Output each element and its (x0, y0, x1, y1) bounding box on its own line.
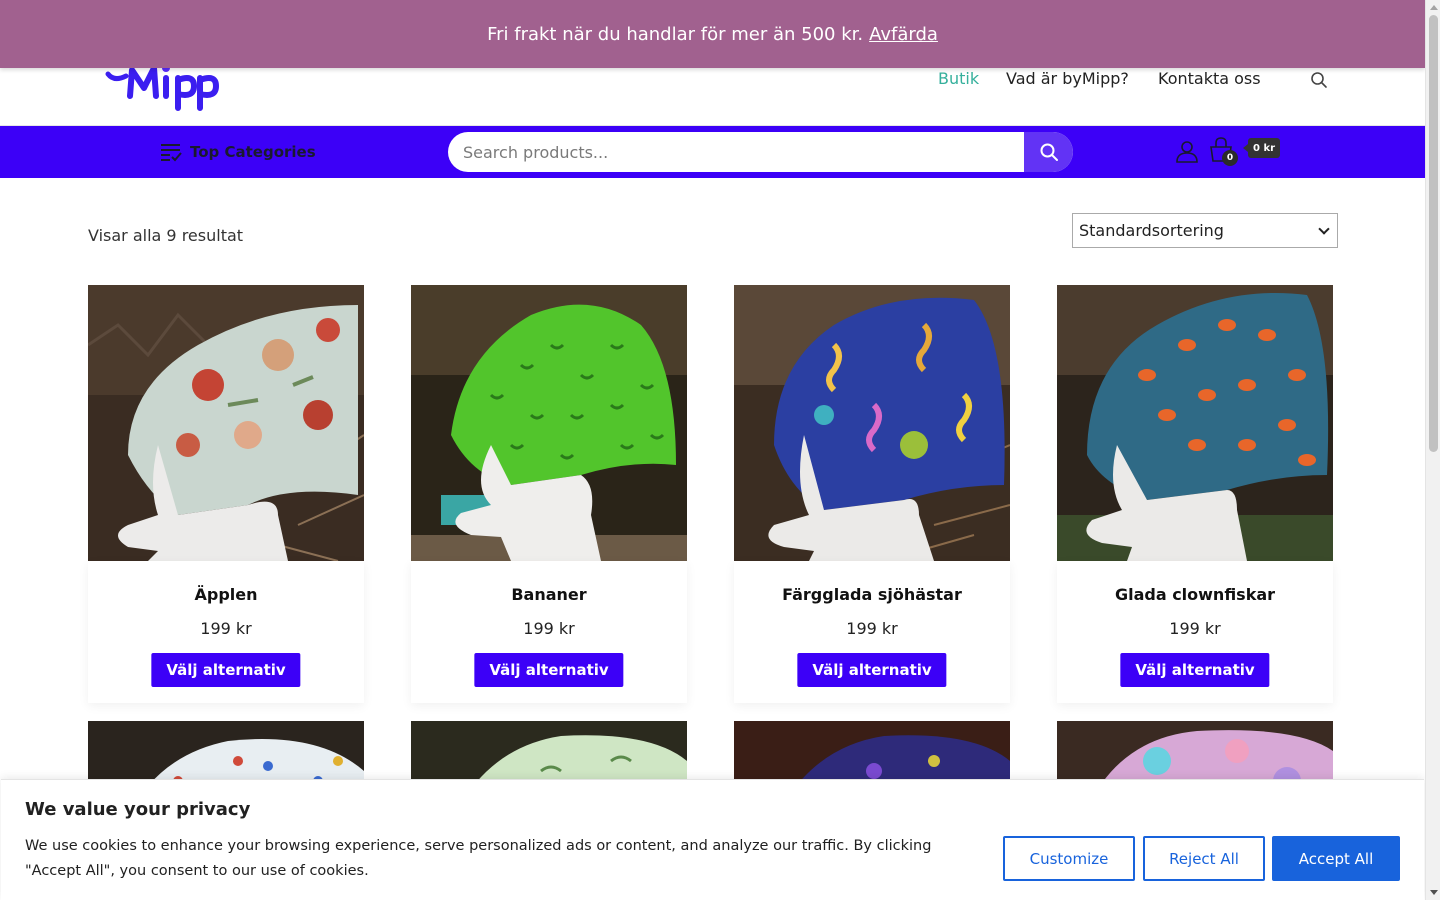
product-info: Bananer 199 kr Välj alternativ (411, 561, 687, 703)
product-info: Äpplen 199 kr Välj alternativ (88, 561, 364, 703)
cookie-description: We use cookies to enhance your browsing … (25, 838, 932, 879)
product-search (448, 132, 1073, 172)
dismiss-link[interactable]: Avfärda (869, 24, 938, 45)
cookie-consent-banner: We value your privacy We use cookies to … (1, 779, 1424, 900)
cart-total[interactable]: 0 kr (1242, 138, 1281, 158)
nav-item-butik[interactable]: Butik (938, 69, 979, 88)
sort-selected-value: Standardsortering (1079, 221, 1224, 240)
product-name[interactable]: Färgglada sjöhästar (734, 585, 1010, 604)
search-bar-row: Top Categories 0 0 kr (0, 126, 1425, 178)
top-categories-button[interactable]: Top Categories (160, 142, 316, 162)
nav-item-vad-ar-bymipp[interactable]: Vad är byMipp? (1006, 69, 1129, 88)
product-image[interactable] (734, 285, 1010, 561)
user-account-icon[interactable] (1175, 139, 1199, 163)
select-options-button[interactable]: Välj alternativ (797, 653, 947, 687)
announcement-bar: Fri frakt när du handlar för mer än 500 … (0, 0, 1425, 68)
product-price: 199 kr (846, 619, 898, 638)
product-price: 199 kr (1169, 619, 1221, 638)
result-count: Visar alla 9 resultat (88, 226, 244, 245)
search-icon (1040, 143, 1058, 161)
product-name[interactable]: Äpplen (88, 585, 364, 604)
select-options-button[interactable]: Välj alternativ (474, 653, 624, 687)
product-image[interactable] (1057, 285, 1333, 561)
select-options-button[interactable]: Välj alternativ (151, 653, 301, 687)
accept-all-button[interactable]: Accept All (1272, 836, 1400, 881)
cart-count-badge: 0 (1222, 150, 1238, 166)
product-card[interactable]: Glada clownfiskar 199 kr Välj alternativ (1057, 285, 1333, 703)
sort-select[interactable]: Standardsortering (1072, 213, 1338, 248)
product-image[interactable] (411, 285, 687, 561)
product-search-input[interactable] (448, 132, 1024, 172)
select-options-button[interactable]: Välj alternativ (1120, 653, 1270, 687)
product-name[interactable]: Bananer (411, 585, 687, 604)
cookie-title: We value your privacy (25, 799, 251, 820)
announcement-text: Fri frakt när du handlar för mer än 500 … (487, 23, 864, 45)
scrollbar-thumb[interactable] (1429, 15, 1438, 452)
page: Butik Vad är byMipp? Kontakta oss Fri fr… (0, 0, 1425, 900)
nav-item-kontakta-oss[interactable]: Kontakta oss (1158, 69, 1261, 88)
product-image[interactable] (88, 285, 364, 561)
scroll-up-arrow-icon[interactable] (1430, 5, 1438, 10)
list-check-icon (161, 144, 182, 162)
product-info: Glada clownfiskar 199 kr Välj alternativ (1057, 561, 1333, 703)
reject-all-button[interactable]: Reject All (1143, 836, 1265, 881)
top-categories-label: Top Categories (190, 143, 316, 161)
search-submit-button[interactable] (1024, 132, 1073, 172)
customize-button[interactable]: Customize (1003, 836, 1135, 881)
chevron-down-icon (1318, 222, 1330, 235)
scroll-down-arrow-icon[interactable] (1430, 890, 1438, 895)
product-price: 199 kr (200, 619, 252, 638)
product-card[interactable]: Bananer 199 kr Välj alternativ (411, 285, 687, 703)
page-scrollbar[interactable] (1425, 0, 1440, 900)
product-name[interactable]: Glada clownfiskar (1057, 585, 1333, 604)
search-icon[interactable] (1310, 71, 1328, 89)
product-price: 199 kr (523, 619, 575, 638)
product-info: Färgglada sjöhästar 199 kr Välj alternat… (734, 561, 1010, 703)
product-card[interactable]: Äpplen 199 kr Välj alternativ (88, 285, 364, 703)
product-card[interactable]: Färgglada sjöhästar 199 kr Välj alternat… (734, 285, 1010, 703)
